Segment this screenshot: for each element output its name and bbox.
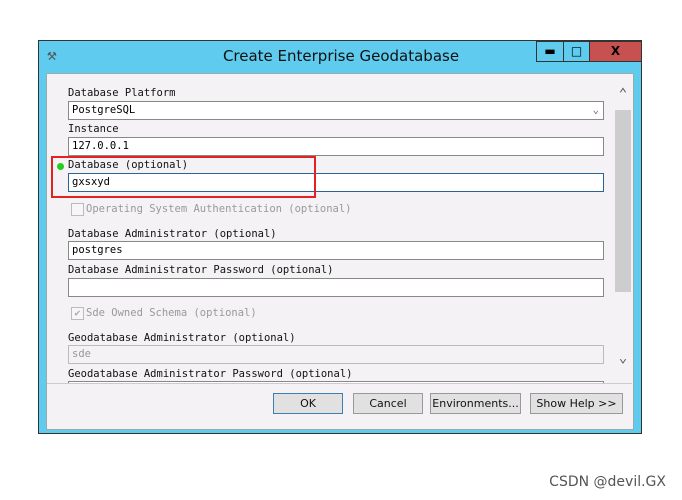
platform-value: PostgreSQL — [72, 104, 136, 116]
instance-label: Instance — [68, 123, 119, 135]
dba-label: Database Administrator (optional) — [68, 228, 277, 240]
watermark: CSDN @devil.GX — [549, 474, 666, 490]
sde-schema-checkbox[interactable]: ✔ — [71, 307, 84, 320]
gdb-admin-label: Geodatabase Administrator (optional) — [68, 332, 296, 344]
dialog-window: Create Enterprise Geodatabase ⚒ ▬ □ X Da… — [38, 40, 642, 434]
scrollbar-thumb[interactable] — [615, 110, 631, 292]
ok-button[interactable]: OK — [273, 393, 343, 414]
dba-password-input[interactable] — [68, 278, 604, 297]
scroll-up-icon[interactable]: ⌃ — [615, 86, 631, 102]
cancel-button[interactable]: Cancel — [353, 393, 423, 414]
maximize-button[interactable]: □ — [563, 41, 590, 62]
platform-label: Database Platform — [68, 87, 176, 99]
os-auth-checkbox[interactable] — [71, 203, 84, 216]
gdb-admin-input[interactable]: sde — [68, 345, 604, 364]
show-help-button[interactable]: Show Help >> — [530, 393, 623, 414]
scroll-down-icon[interactable]: ⌄ — [615, 350, 631, 366]
chevron-down-icon: ⌄ — [592, 104, 599, 116]
dba-input[interactable]: postgres — [68, 241, 604, 260]
minimize-button[interactable]: ▬ — [536, 41, 564, 62]
platform-select[interactable]: PostgreSQL ⌄ — [68, 101, 604, 120]
os-auth-label: Operating System Authentication (optiona… — [86, 203, 352, 215]
highlight-box — [51, 156, 316, 198]
gdb-password-label: Geodatabase Administrator Password (opti… — [68, 368, 353, 380]
dialog-client: Database Platform PostgreSQL ⌄ Instance 1… — [46, 73, 634, 430]
sde-schema-label: Sde Owned Schema (optional) — [86, 307, 257, 319]
instance-input[interactable]: 127.0.0.1 — [68, 137, 604, 156]
close-button[interactable]: X — [589, 41, 642, 62]
dba-password-label: Database Administrator Password (optiona… — [68, 264, 334, 276]
hammer-icon: ⚒ — [47, 45, 57, 64]
gdb-password-input[interactable] — [68, 381, 604, 383]
environments-button[interactable]: Environments... — [430, 393, 521, 414]
parameters-panel: Database Platform PostgreSQL ⌄ Instance 1… — [47, 74, 632, 384]
